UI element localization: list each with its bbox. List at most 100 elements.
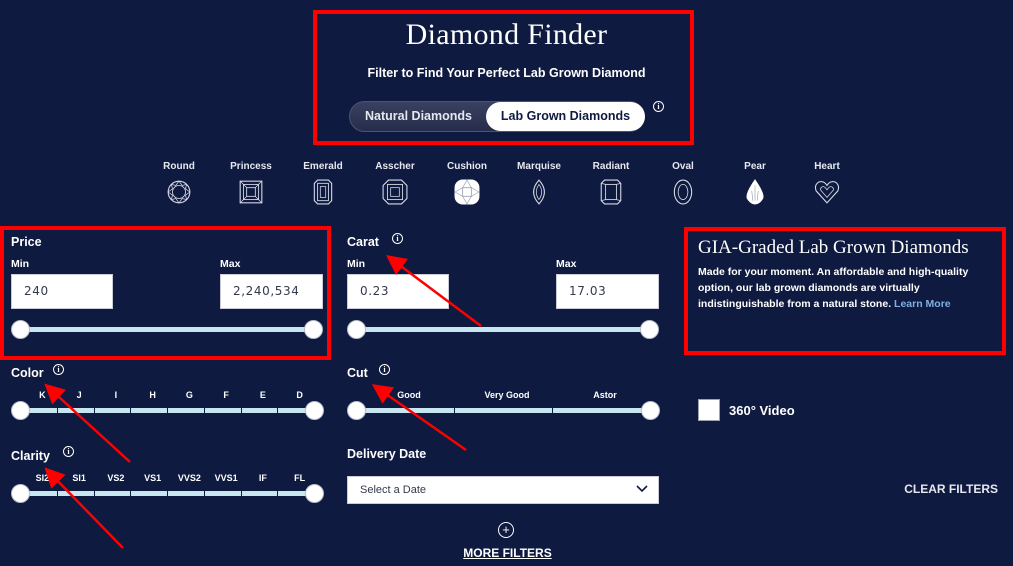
color-max-handle[interactable] — [305, 401, 324, 420]
cut-min-handle[interactable] — [347, 401, 366, 420]
shape-option-princess[interactable]: Princess — [221, 161, 281, 205]
color-grade-label: E — [259, 390, 266, 400]
color-track-segment[interactable] — [94, 408, 131, 413]
video-360-label: 360° Video — [729, 403, 795, 418]
shape-label: Oval — [672, 161, 694, 172]
heart-diamond-icon — [814, 181, 840, 204]
shape-label: Asscher — [375, 161, 415, 172]
color-grade-label: H — [149, 390, 156, 400]
princess-diamond-icon — [239, 180, 263, 204]
carat-title: Carat — [347, 235, 379, 249]
color-info-icon[interactable]: i — [53, 364, 64, 375]
clarity-grade-label: SI1 — [72, 473, 86, 483]
carat-info-icon[interactable]: i — [392, 233, 403, 244]
cut-grade-label: Very Good — [484, 390, 530, 400]
color-grade-label: I — [114, 390, 118, 400]
cut-track-segment[interactable] — [455, 408, 552, 413]
color-grade-label: G — [185, 390, 193, 400]
shape-label: Princess — [230, 161, 272, 172]
color-track-segment[interactable] — [57, 408, 94, 413]
carat-max-input[interactable]: 17.03 — [556, 274, 659, 309]
color-grade-label: K — [39, 390, 46, 400]
carat-min-input[interactable]: 0.23 — [347, 274, 449, 309]
clarity-info-icon[interactable]: i — [63, 446, 74, 457]
color-grade-label: J — [76, 390, 82, 400]
cut-max-handle[interactable] — [641, 401, 660, 420]
pear-diamond-icon — [746, 179, 764, 205]
clarity-track-segment[interactable] — [131, 491, 167, 496]
clarity-track-segment[interactable] — [204, 491, 241, 496]
more-filters-button[interactable]: MORE FILTERS — [430, 546, 585, 560]
clarity-title: Clarity — [11, 449, 50, 463]
annotation-box-header — [313, 10, 694, 145]
carat-min-handle[interactable] — [347, 320, 366, 339]
color-grade-label: F — [223, 390, 229, 400]
delivery-date-title: Delivery Date — [347, 447, 427, 461]
color-track-segment[interactable] — [131, 408, 167, 413]
carat-min-label: Min — [347, 258, 366, 270]
cut-slider-track[interactable] — [356, 408, 650, 413]
carat-max-label: Max — [556, 258, 577, 270]
clarity-grade-label: VVS2 — [177, 473, 201, 483]
clarity-track-segment[interactable] — [241, 491, 278, 496]
cushion-diamond-icon — [454, 179, 480, 205]
marquise-diamond-icon — [533, 179, 545, 205]
plus-circle-icon[interactable]: + — [498, 522, 514, 538]
clarity-grade-label: VS2 — [107, 473, 125, 483]
clarity-grade-label: VS1 — [144, 473, 162, 483]
shape-option-round[interactable]: Round — [149, 161, 209, 205]
shape-label: Marquise — [517, 161, 561, 172]
shape-option-marquise[interactable]: Marquise — [509, 161, 569, 205]
color-title: Color — [11, 366, 44, 380]
clarity-grade-label: IF — [258, 473, 267, 483]
color-track-segment[interactable] — [168, 408, 204, 413]
chevron-down-icon — [636, 485, 648, 493]
emerald-diamond-icon — [313, 179, 333, 205]
shape-label: Round — [163, 161, 195, 172]
oval-diamond-icon — [673, 179, 693, 205]
clarity-grade-label: VVS1 — [214, 473, 238, 483]
annotation-box-info — [684, 227, 1006, 355]
shape-option-emerald[interactable]: Emerald — [293, 161, 353, 205]
shape-label: Radiant — [592, 161, 630, 172]
carat-max-handle[interactable] — [640, 320, 659, 339]
color-slider-track[interactable] — [20, 408, 314, 413]
color-min-handle[interactable] — [11, 401, 30, 420]
cut-track-segment[interactable] — [356, 408, 454, 413]
cut-grade-label: Good — [397, 390, 421, 400]
cut-title: Cut — [347, 366, 368, 380]
clarity-slider-track[interactable] — [20, 491, 314, 496]
clarity-min-handle[interactable] — [11, 484, 30, 503]
clear-filters-button[interactable]: CLEAR FILTERS — [880, 482, 998, 496]
shape-option-oval[interactable]: Oval — [653, 161, 713, 205]
round-diamond-icon — [167, 180, 191, 204]
shape-option-pear[interactable]: Pear — [725, 161, 785, 205]
shape-option-heart[interactable]: Heart — [797, 161, 857, 205]
carat-slider-track[interactable] — [356, 327, 649, 332]
delivery-date-placeholder: Select a Date — [360, 484, 427, 496]
clarity-track-segment[interactable] — [168, 491, 204, 496]
shape-label: Cushion — [447, 161, 487, 172]
video-360-checkbox[interactable] — [698, 399, 720, 421]
cut-info-icon[interactable]: i — [379, 364, 390, 375]
shape-label: Heart — [814, 161, 840, 172]
shape-label: Emerald — [303, 161, 343, 172]
cut-grade-label: Astor — [593, 390, 617, 400]
clarity-grade-label: FL — [294, 473, 306, 483]
clarity-track-segment[interactable] — [57, 491, 94, 496]
shape-option-asscher[interactable]: Asscher — [365, 161, 425, 205]
radiant-diamond-icon — [600, 179, 622, 205]
shape-label: Pear — [744, 161, 766, 172]
color-track-segment[interactable] — [204, 408, 241, 413]
color-grade-label: D — [296, 390, 303, 400]
color-track-segment[interactable] — [241, 408, 278, 413]
clarity-grade-label: SI2 — [35, 473, 50, 483]
clarity-track-segment[interactable] — [94, 491, 131, 496]
shape-option-radiant[interactable]: Radiant — [581, 161, 641, 205]
annotation-box-price — [0, 226, 331, 360]
shape-option-cushion[interactable]: Cushion — [437, 161, 497, 205]
asscher-diamond-icon — [382, 179, 408, 205]
delivery-date-select[interactable]: Select a Date — [347, 476, 659, 504]
clarity-max-handle[interactable] — [305, 484, 324, 503]
cut-track-segment[interactable] — [553, 408, 650, 413]
